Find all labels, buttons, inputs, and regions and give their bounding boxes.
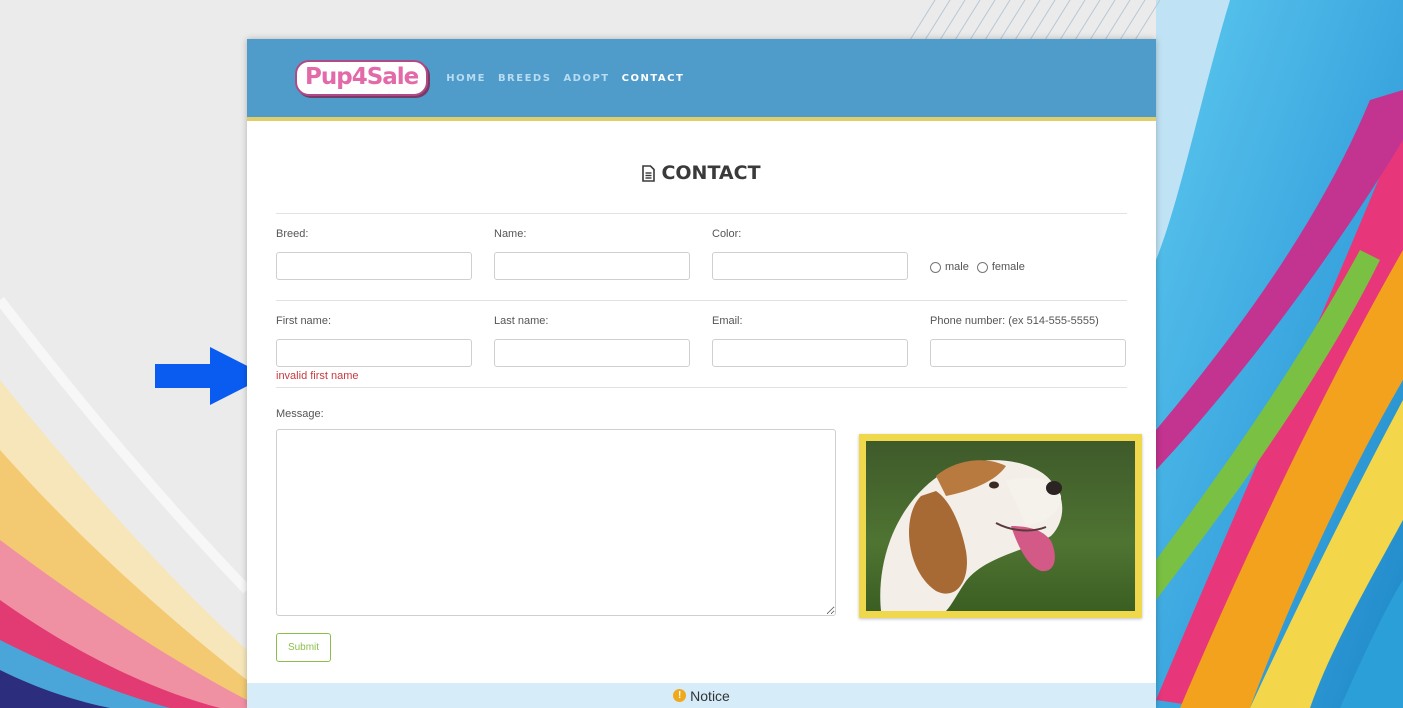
nav-home[interactable]: HOME [446, 73, 486, 84]
last-name-field-group: Last name: [494, 315, 690, 379]
pet-fields-row: Breed: Name: Color: male female [276, 228, 1127, 280]
divider [276, 300, 1127, 301]
email-label: Email: [712, 315, 743, 327]
pet-name-input[interactable] [494, 252, 690, 280]
first-name-error: invalid first name [276, 370, 359, 382]
message-textarea[interactable] [276, 429, 836, 616]
breed-field-group: Breed: [276, 228, 472, 280]
phone-field-group: Phone number: (ex 514-555-5555) [930, 315, 1126, 379]
pet-name-label: Name: [494, 228, 527, 240]
male-radio[interactable] [930, 261, 941, 273]
notice-bar: ! Notice [247, 683, 1156, 708]
main-nav: HOME BREEDS ADOPT CONTACT [446, 73, 696, 84]
site-logo[interactable]: Pup4Sale [295, 60, 429, 96]
breed-input[interactable] [276, 252, 472, 280]
divider [276, 387, 1127, 388]
phone-input[interactable] [930, 339, 1126, 367]
main-page: Pup4Sale HOME BREEDS ADOPT CONTACT CONTA… [247, 39, 1156, 708]
female-radio[interactable] [976, 261, 988, 273]
notice-label: Notice [690, 687, 730, 704]
male-radio-label: male [945, 261, 969, 273]
phone-label: Phone number: (ex 514-555-5555) [930, 315, 1099, 327]
divider [276, 213, 1127, 214]
nav-breeds[interactable]: BREEDS [498, 73, 552, 84]
email-field-group: Email: [712, 315, 908, 379]
color-input[interactable] [712, 252, 908, 280]
first-name-field-group: First name: invalid first name [276, 315, 472, 382]
page-title: CONTACT [276, 159, 1127, 187]
last-name-input[interactable] [494, 339, 690, 367]
breed-label: Breed: [276, 228, 309, 240]
beagle-photo [866, 441, 1135, 611]
nav-contact[interactable]: CONTACT [622, 73, 685, 84]
page-title-text: CONTACT [661, 162, 761, 184]
email-input[interactable] [712, 339, 908, 367]
color-label: Color: [712, 228, 742, 240]
female-radio-label: female [991, 261, 1025, 273]
last-name-label: Last name: [494, 315, 549, 327]
submit-row: Submit [276, 633, 1127, 662]
site-header: Pup4Sale HOME BREEDS ADOPT CONTACT [247, 39, 1156, 121]
submit-button[interactable]: Submit [276, 633, 331, 662]
gender-radio-group: male female [930, 256, 1033, 278]
first-name-label: First name: [276, 315, 332, 327]
color-field-group: Color: [712, 228, 908, 280]
first-name-input[interactable] [276, 339, 472, 367]
contact-fields-row: First name: invalid first name Last name… [276, 315, 1127, 382]
document-icon [642, 164, 656, 182]
nav-adopt[interactable]: ADOPT [563, 73, 609, 84]
info-icon: ! [673, 689, 687, 702]
message-label: Message: [276, 408, 324, 420]
pet-name-field-group: Name: [494, 228, 690, 280]
dog-photo-frame [859, 434, 1142, 618]
